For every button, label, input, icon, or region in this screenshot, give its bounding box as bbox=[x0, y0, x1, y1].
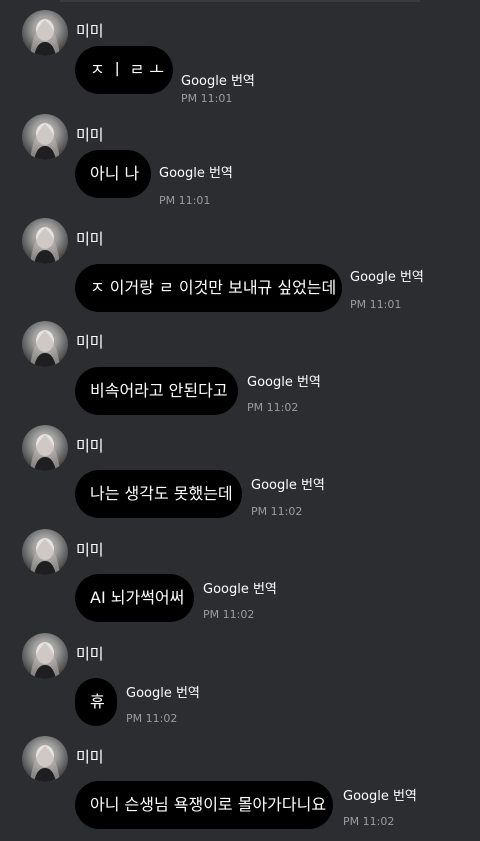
avatar[interactable] bbox=[22, 425, 68, 471]
avatar-photo-icon bbox=[30, 19, 60, 56]
sender-name: 미미 bbox=[76, 437, 104, 455]
avatar-photo-icon bbox=[30, 538, 60, 575]
avatar-photo-icon bbox=[30, 434, 60, 471]
avatar[interactable] bbox=[22, 736, 68, 782]
google-translate-link[interactable]: Google 번역 bbox=[251, 474, 325, 493]
message-bubble[interactable]: 비속어라고 안된다고 bbox=[75, 367, 238, 415]
google-translate-link[interactable]: Google 번역 bbox=[126, 682, 200, 701]
message-timestamp: PM 11:01 bbox=[159, 194, 211, 207]
avatar-photo-icon bbox=[30, 227, 60, 264]
message-bubble[interactable]: 아니 나 bbox=[75, 150, 151, 198]
avatar[interactable] bbox=[22, 114, 68, 160]
sender-name: 미미 bbox=[76, 748, 104, 766]
avatar[interactable] bbox=[22, 529, 68, 575]
avatar-photo-icon bbox=[30, 745, 60, 782]
avatar[interactable] bbox=[22, 633, 68, 679]
message-bubble[interactable]: 휴 bbox=[75, 678, 117, 726]
message-timestamp: PM 11:01 bbox=[181, 92, 233, 105]
message-timestamp: PM 11:02 bbox=[126, 712, 178, 725]
avatar[interactable] bbox=[22, 218, 68, 264]
message-bubble[interactable]: 나는 생각도 못했는데 bbox=[75, 470, 242, 518]
avatar[interactable] bbox=[22, 321, 68, 367]
avatar-photo-icon bbox=[30, 642, 60, 679]
sender-name: 미미 bbox=[76, 333, 104, 351]
message-timestamp: PM 11:02 bbox=[247, 401, 299, 414]
message-bubble[interactable]: 아니 슨생님 욕쟁이로 몰아가다니요 bbox=[75, 781, 333, 829]
avatar-photo-icon bbox=[30, 330, 60, 367]
google-translate-link[interactable]: Google 번역 bbox=[203, 578, 277, 597]
google-translate-link[interactable]: Google 번역 bbox=[159, 162, 233, 181]
google-translate-link[interactable]: Google 번역 bbox=[343, 785, 417, 804]
message-bubble[interactable]: ㅈ 이거랑 ㄹ 이것만 보내규 싶었는데 bbox=[75, 264, 342, 312]
avatar-photo-icon bbox=[30, 123, 60, 160]
avatar[interactable] bbox=[22, 10, 68, 56]
sender-name: 미미 bbox=[76, 22, 104, 40]
divider-line bbox=[60, 0, 420, 2]
message-timestamp: PM 11:02 bbox=[203, 608, 255, 621]
sender-name: 미미 bbox=[76, 645, 104, 663]
sender-name: 미미 bbox=[76, 126, 104, 144]
message-bubble[interactable]: AI 뇌가썩어써 bbox=[75, 574, 194, 622]
message-timestamp: PM 11:02 bbox=[343, 815, 395, 828]
message-timestamp: PM 11:02 bbox=[251, 505, 303, 518]
google-translate-link[interactable]: Google 번역 bbox=[247, 371, 321, 390]
google-translate-link[interactable]: Google 번역 bbox=[181, 70, 255, 89]
google-translate-link[interactable]: Google 번역 bbox=[350, 266, 424, 285]
message-timestamp: PM 11:01 bbox=[350, 298, 402, 311]
sender-name: 미미 bbox=[76, 541, 104, 559]
message-bubble[interactable]: ㅈ ㅣ ㄹ ㅗ bbox=[75, 46, 173, 94]
sender-name: 미미 bbox=[76, 230, 104, 248]
